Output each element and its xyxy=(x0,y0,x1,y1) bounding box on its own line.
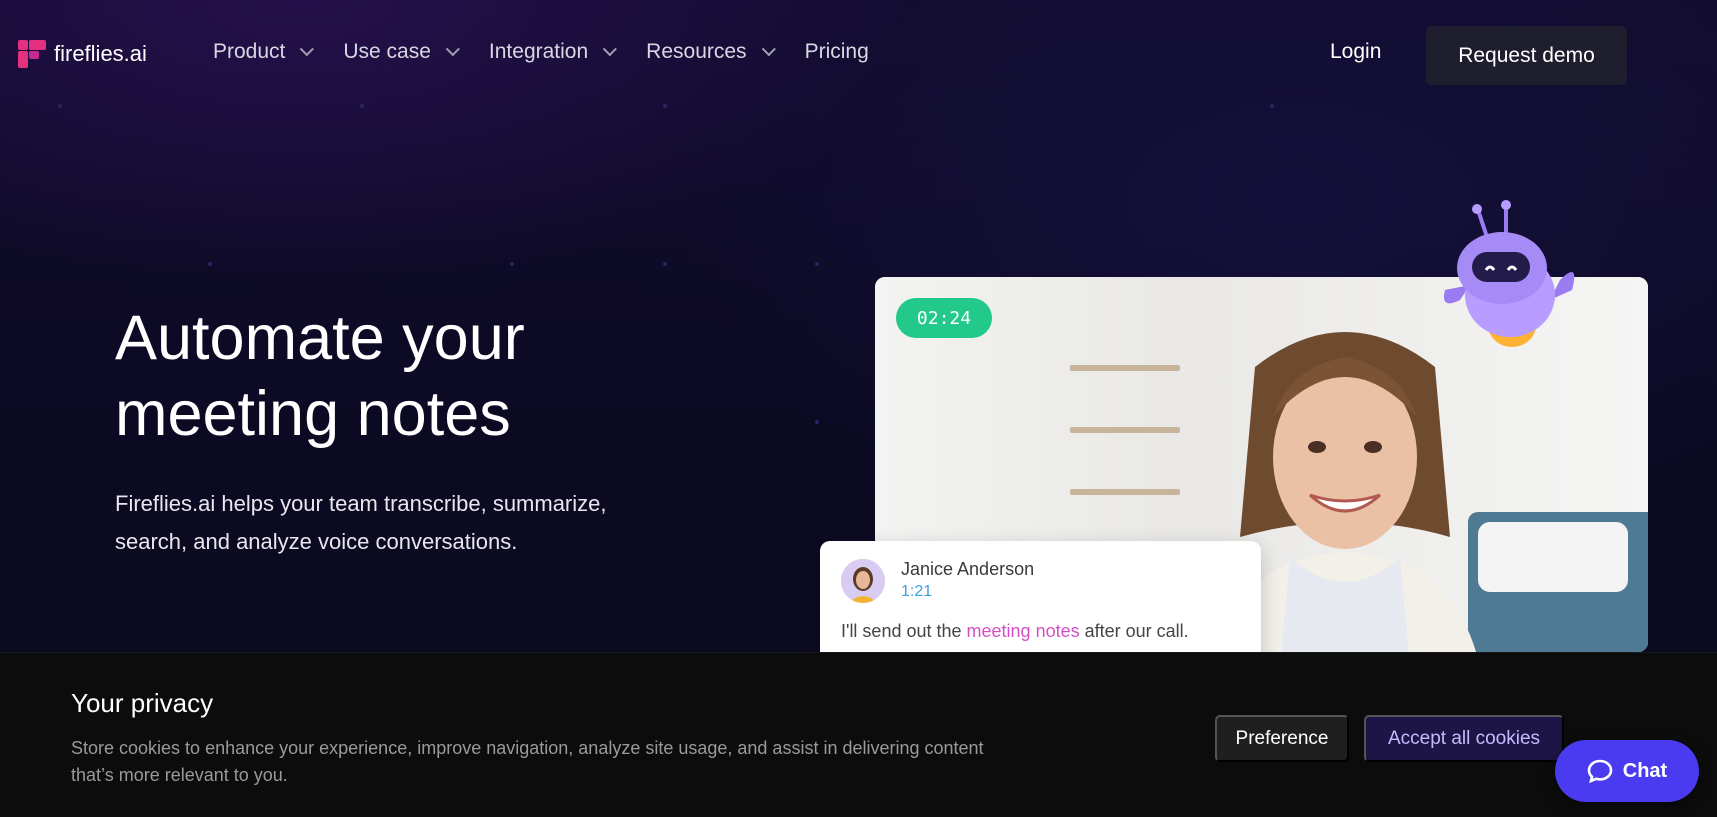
hero-headline: Automate your meeting notes xyxy=(115,300,715,452)
nav-item-use-case[interactable]: Use case xyxy=(343,40,460,64)
subhead-line: search, and analyze voice conversations. xyxy=(115,529,518,554)
shelf xyxy=(1070,489,1180,495)
chat-bubble-icon xyxy=(1587,759,1613,784)
avatar xyxy=(841,559,885,603)
nav-item-label: Use case xyxy=(343,40,431,63)
chat-label: Chat xyxy=(1622,759,1668,782)
shelf xyxy=(1070,365,1180,371)
speaker-name: Janice Anderson xyxy=(901,559,1035,579)
brand-name: fireflies.ai xyxy=(54,41,147,66)
login-link[interactable]: Login xyxy=(1330,40,1381,64)
pillow xyxy=(1478,522,1628,592)
nav-item-pricing[interactable]: Pricing xyxy=(805,40,869,64)
fireflies-logo-icon xyxy=(18,40,46,68)
transcript-text: I'll send out the meeting notes after ou… xyxy=(841,621,1189,642)
hero-subheading: Fireflies.ai helps your team transcribe,… xyxy=(115,485,715,561)
nav-item-label: Resources xyxy=(646,40,747,63)
transcript-text-part: I'll send out the xyxy=(841,621,967,641)
meeting-timer: 02:24 xyxy=(896,298,992,338)
nav-item-integration[interactable]: Integration xyxy=(488,40,618,64)
brand-logo[interactable]: fireflies.ai xyxy=(18,40,147,68)
shelf xyxy=(1070,427,1180,433)
robot-mascot-icon xyxy=(1444,200,1575,347)
headline-line: meeting notes xyxy=(115,379,511,449)
nav-item-label: Product xyxy=(213,40,286,63)
nav-item-label: Pricing xyxy=(804,40,869,63)
nav-menu: Product Use case Integration Resources P… xyxy=(213,40,903,64)
subhead-line: Fireflies.ai helps your team transcribe,… xyxy=(115,491,607,516)
highlighted-keyword: meeting notes xyxy=(966,621,1080,641)
preference-button[interactable]: Preference xyxy=(1215,715,1349,762)
request-demo-button[interactable]: Request demo xyxy=(1426,26,1627,85)
chat-button[interactable]: Chat xyxy=(1555,740,1699,802)
nav-item-resources[interactable]: Resources xyxy=(646,40,776,64)
chevron-down-icon xyxy=(300,42,315,57)
chevron-down-icon xyxy=(445,42,460,57)
cookie-consent-banner: Your privacy Store cookies to enhance yo… xyxy=(0,652,1717,817)
nav-item-product[interactable]: Product xyxy=(213,40,315,64)
transcript-timestamp[interactable]: 1:21 xyxy=(901,583,932,601)
nav-item-label: Integration xyxy=(488,40,589,63)
cookie-title: Your privacy xyxy=(71,688,214,718)
transcript-text-part: after our call. xyxy=(1079,621,1189,641)
headline-line: Automate your xyxy=(115,303,525,373)
accept-all-cookies-button[interactable]: Accept all cookies xyxy=(1364,715,1564,762)
top-navigation: fireflies.ai Product Use case Integratio… xyxy=(0,0,1717,110)
cookie-description: Store cookies to enhance your experience… xyxy=(71,738,984,785)
chevron-down-icon xyxy=(602,42,618,57)
chevron-down-icon xyxy=(761,42,776,57)
